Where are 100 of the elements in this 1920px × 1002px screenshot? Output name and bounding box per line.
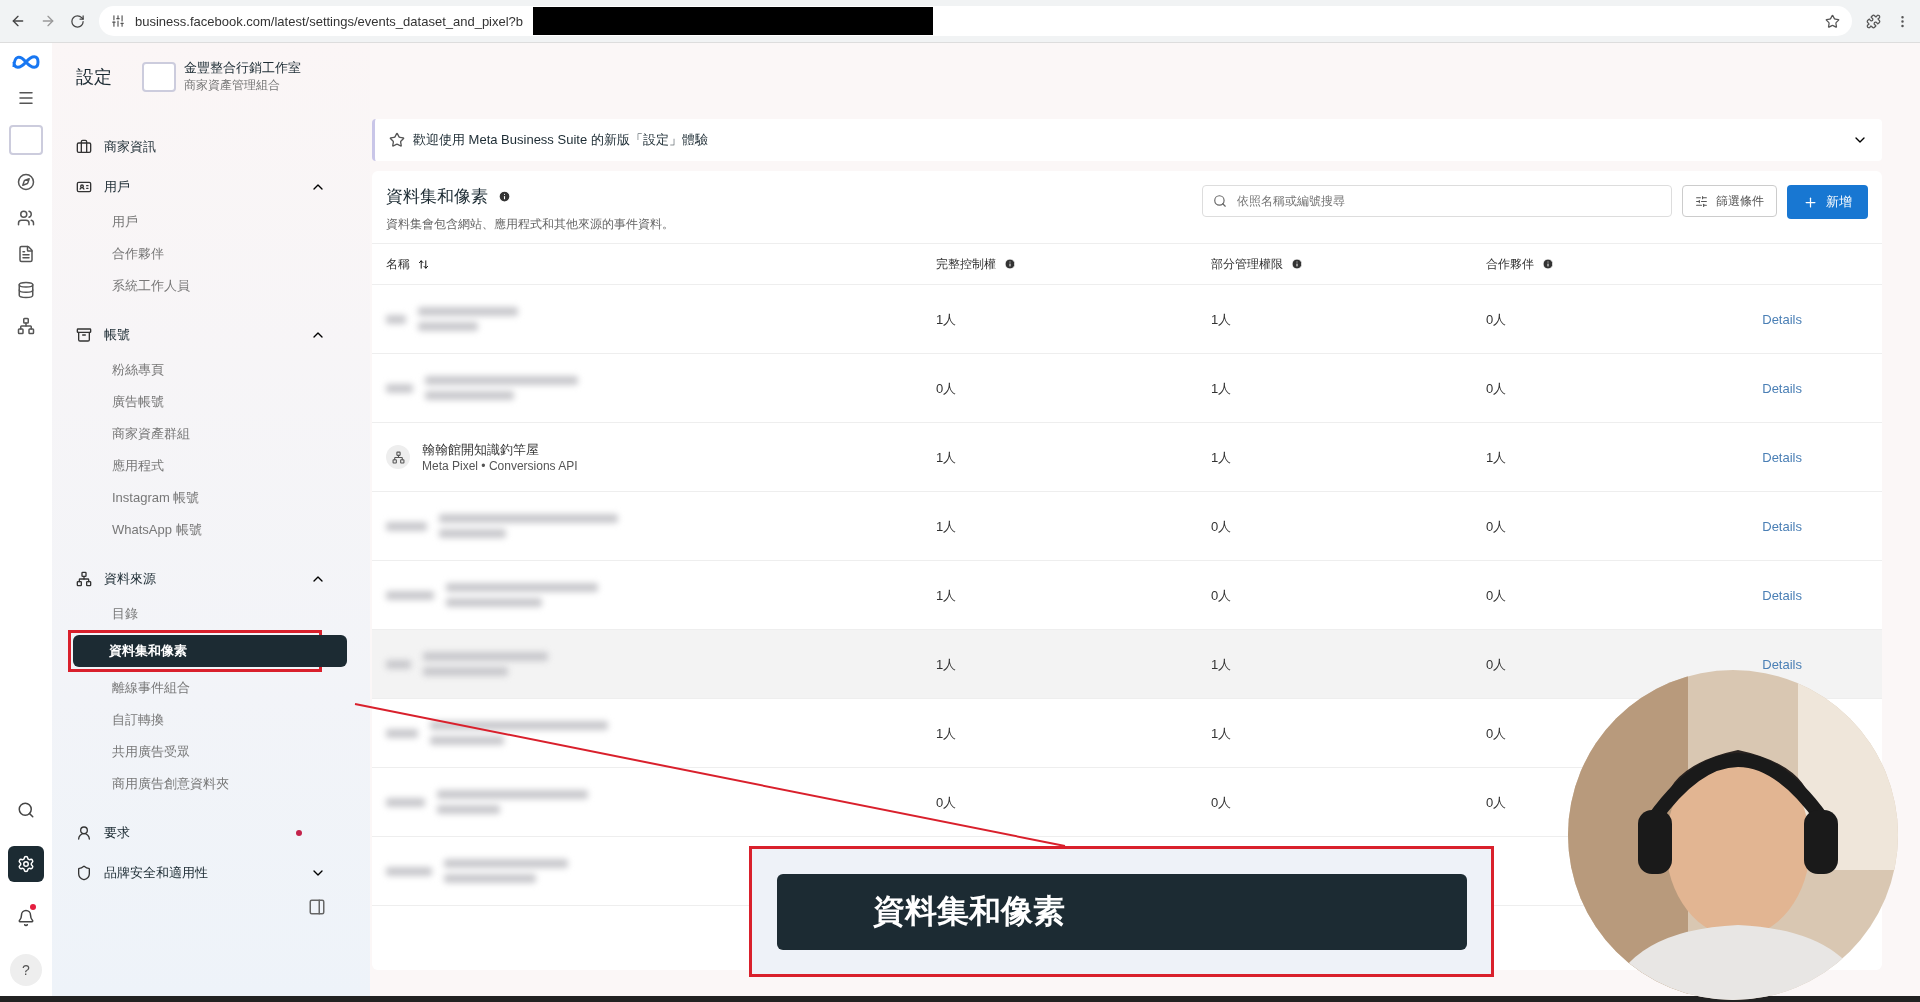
blurred-name: [386, 728, 418, 738]
table-cell: 1人: [936, 311, 957, 327]
sidebar-item[interactable]: 商家資產群組: [76, 418, 350, 450]
table-cell: 0人: [936, 794, 957, 810]
table-cell: 0人: [1486, 380, 1507, 396]
table-cell: 1人: [1211, 656, 1232, 672]
column-header: 部分管理權限: [1211, 255, 1283, 273]
nav-icon[interactable]: [17, 281, 35, 299]
plus-icon: [1803, 194, 1818, 210]
banner-text: 歡迎使用 Meta Business Suite 的新版「設定」體驗: [413, 131, 709, 149]
blurred-name: [386, 590, 434, 600]
sidebar-item[interactable]: 離線事件組合: [76, 672, 350, 704]
nav-icon[interactable]: [17, 245, 35, 263]
settings-icon[interactable]: [17, 855, 35, 873]
details-link[interactable]: Details: [1762, 587, 1802, 603]
new-button[interactable]: 新增: [1787, 185, 1868, 219]
column-header: 合作夥伴: [1486, 255, 1534, 273]
table-cell: 0人: [1486, 794, 1507, 810]
sort-icon[interactable]: [418, 258, 429, 270]
sidebar-section[interactable]: 資料來源: [104, 570, 298, 588]
nav-icon[interactable]: [17, 209, 35, 227]
bell-icon[interactable]: [17, 909, 35, 927]
nav-icon[interactable]: [17, 173, 35, 191]
sidebar-section[interactable]: 商家資訊: [104, 138, 326, 156]
dataset-type: Meta Pixel • Conversions API: [422, 459, 578, 473]
menu-icon[interactable]: [17, 89, 35, 107]
sidebar-item[interactable]: 商用廣告創意資料夾: [76, 768, 350, 800]
details-link[interactable]: Details: [1762, 311, 1802, 327]
settings-button[interactable]: [8, 846, 44, 882]
table-cell: 1人: [1211, 311, 1232, 327]
table-cell: 1人: [1211, 380, 1232, 396]
section-icon: [76, 571, 92, 587]
table-cell: 0人: [1486, 518, 1507, 534]
section-icon: [76, 865, 92, 881]
section-icon: [76, 327, 92, 343]
blurred-name: [386, 521, 427, 531]
dataset-icon: [386, 445, 410, 469]
sidebar-item[interactable]: 用戶: [76, 206, 350, 238]
details-link[interactable]: Details: [1762, 380, 1802, 396]
address-bar[interactable]: business.facebook.com/latest/settings/events_dataset_and_pixel?b: [99, 6, 1852, 36]
blurred-name: [386, 383, 413, 393]
sidebar-section[interactable]: 帳號: [104, 326, 298, 344]
sidebar-item[interactable]: 廣告帳號: [76, 386, 350, 418]
table-cell: 0人: [1211, 794, 1232, 810]
table-cell: 1人: [1486, 449, 1507, 465]
column-header: 名稱: [386, 255, 410, 273]
info-icon: [1004, 258, 1016, 270]
search-input[interactable]: 依照名稱或編號搜尋: [1235, 193, 1661, 209]
sidebar-item[interactable]: 共用廣告受眾: [76, 736, 350, 768]
table-cell: 0人: [1211, 587, 1232, 603]
collapse-icon[interactable]: [308, 898, 326, 916]
sidebar-item[interactable]: 應用程式: [76, 450, 350, 482]
business-type: 商家資產管理組合: [184, 77, 281, 94]
table-cell: 1人: [936, 587, 957, 603]
filter-button[interactable]: 篩選條件: [1682, 185, 1777, 217]
nav-icon[interactable]: [17, 317, 35, 335]
details-link[interactable]: Details: [1762, 449, 1802, 465]
table-cell: 1人: [936, 725, 957, 741]
details-link[interactable]: Details: [1762, 656, 1802, 672]
sidebar-item[interactable]: 粉絲專頁: [76, 354, 350, 386]
business-name: 金豐整合行銷工作室: [184, 59, 301, 77]
blurred-name: [386, 866, 432, 876]
info-icon: [1542, 258, 1554, 270]
reload-icon[interactable]: [70, 13, 85, 29]
table-cell: 0人: [1486, 311, 1507, 327]
sidebar-item[interactable]: WhatsApp 帳號: [76, 514, 350, 546]
details-link[interactable]: Details: [1762, 518, 1802, 534]
sidebar-section[interactable]: 用戶: [104, 178, 298, 196]
logo-icon[interactable]: [10, 53, 42, 71]
table-cell: 1人: [936, 518, 957, 534]
sidebar-item[interactable]: 合作夥伴: [76, 238, 350, 270]
help-button[interactable]: ?: [10, 954, 42, 986]
table-cell: 1人: [936, 449, 957, 465]
search-field[interactable]: 依照名稱或編號搜尋: [1202, 185, 1672, 217]
star-icon: [389, 132, 405, 148]
table-cell: 1人: [936, 656, 957, 672]
section-icon: [76, 825, 92, 841]
sidebar-item[interactable]: 自訂轉換: [76, 704, 350, 736]
blurred-name: [386, 314, 406, 324]
search-icon[interactable]: [17, 801, 35, 819]
table-cell: 0人: [1211, 518, 1232, 534]
callout-label: 資料集和像素: [776, 873, 1467, 950]
site-settings-icon[interactable]: [111, 14, 125, 28]
extensions-icon[interactable]: [1866, 13, 1881, 29]
hovered-row[interactable]: 1人 1人 0人 Details: [372, 630, 1882, 699]
sidebar-item[interactable]: Instagram 帳號: [76, 482, 350, 514]
sidebar-section[interactable]: 品牌安全和適用性: [104, 864, 298, 882]
table-cell: 0人: [1486, 587, 1507, 603]
blurred-name: [386, 659, 411, 669]
column-header: 完整控制權: [936, 255, 996, 273]
page-title: 設定: [76, 65, 112, 89]
sidebar-section[interactable]: 要求: [104, 824, 284, 842]
bookmark-icon[interactable]: [1825, 13, 1840, 29]
back-icon[interactable]: [10, 13, 26, 29]
table-cell: 0人: [1486, 725, 1507, 741]
dataset-name: 翰翰館開知識釣竿屋: [422, 441, 540, 459]
sidebar-item[interactable]: 系統工作人員: [76, 270, 350, 302]
sidebar-item[interactable]: 資料集和像素: [73, 635, 347, 667]
table-cell: 1人: [1211, 449, 1232, 465]
sidebar-item[interactable]: 目錄: [76, 598, 350, 630]
